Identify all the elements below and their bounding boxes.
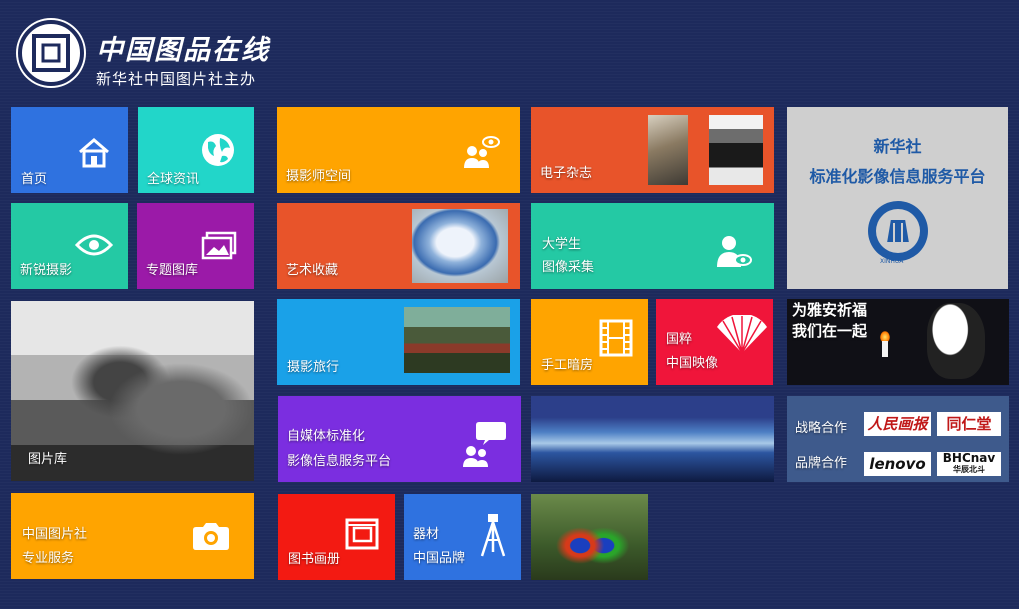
tile-selfmedia-label-2: 影像信息服务平台 bbox=[287, 454, 392, 469]
xinhua-emblem-icon bbox=[868, 201, 928, 261]
partner-bhcnav-name: BHCnav bbox=[942, 451, 996, 465]
tile-darkroom-label: 手工暗房 bbox=[541, 358, 594, 373]
tile-global-news[interactable]: 全球资讯 bbox=[138, 107, 254, 193]
tile-gallery-label: 图片库 bbox=[28, 452, 68, 467]
tile-student-label-2: 图像采集 bbox=[542, 260, 595, 275]
porcelain-photo bbox=[412, 209, 508, 283]
tile-cpa-service[interactable]: 中国图片社 专业服务 bbox=[11, 493, 254, 579]
logo-emblem[interactable] bbox=[16, 18, 86, 88]
tile-darkroom[interactable]: 手工暗房 bbox=[531, 299, 648, 385]
partner-tongrentang-logo[interactable]: 同仁堂 bbox=[937, 412, 1001, 436]
person-eye-icon bbox=[717, 236, 752, 267]
tile-global-news-label: 全球资讯 bbox=[147, 172, 200, 187]
tile-new-photography[interactable]: 新锐摄影 bbox=[11, 203, 128, 289]
tile-photographer-space[interactable]: 摄影师空间 bbox=[277, 107, 520, 193]
tile-emagazine[interactable]: 电子杂志 bbox=[531, 107, 774, 193]
folding-fan-icon bbox=[717, 315, 767, 354]
xinhua-platform-title: 新华社 bbox=[873, 137, 922, 156]
magazine-page-photo bbox=[709, 115, 763, 185]
tile-art-collection-label: 艺术收藏 bbox=[286, 263, 339, 278]
xinhua-platform-subtitle: 标准化影像信息服务平台 bbox=[809, 167, 986, 186]
safari-jeep-photo bbox=[404, 307, 510, 373]
home-icon bbox=[79, 138, 109, 168]
xinhua-emblem-text: XINHUA bbox=[880, 258, 904, 265]
tile-guocui[interactable]: 国粹 中国映像 bbox=[656, 299, 773, 385]
tile-selfmedia-platform[interactable]: 自媒体标准化 影像信息服务平台 bbox=[278, 396, 521, 482]
partner-bhcnav-logo[interactable]: BHCnav 华辰北斗 bbox=[937, 452, 1001, 476]
tile-yaan-blessing[interactable]: 为雅安祈福 我们在一起 bbox=[787, 299, 1009, 385]
tile-greatwall-photo[interactable] bbox=[531, 396, 774, 482]
tripod-icon bbox=[480, 514, 506, 557]
magazine-cover-photo bbox=[648, 115, 688, 185]
tile-art-collection[interactable]: 艺术收藏 bbox=[277, 203, 520, 289]
tile-equipment-label-2: 中国品牌 bbox=[413, 551, 466, 566]
tile-cpa-label-2: 专业服务 bbox=[22, 551, 75, 566]
globe-icon bbox=[202, 134, 234, 166]
tile-photo-travel-label: 摄影旅行 bbox=[287, 360, 340, 375]
eye-icon bbox=[75, 234, 113, 256]
tile-selfmedia-label-1: 自媒体标准化 bbox=[287, 429, 366, 444]
tile-books-label: 图书画册 bbox=[288, 552, 341, 567]
people-chat-icon bbox=[463, 422, 506, 467]
tile-equipment[interactable]: 器材 中国品牌 bbox=[404, 494, 521, 580]
brand-partner-label: 品牌合作 bbox=[795, 456, 848, 471]
tile-home-label: 首页 bbox=[21, 172, 48, 187]
gallery-icon bbox=[201, 231, 237, 260]
tile-new-photography-label: 新锐摄影 bbox=[20, 263, 73, 278]
tile-gallery[interactable]: 图片库 bbox=[11, 301, 254, 481]
tile-yaan-label-2: 我们在一起 bbox=[792, 322, 868, 340]
strategic-partner-label: 战略合作 bbox=[795, 421, 848, 436]
tile-birds-photo[interactable] bbox=[531, 494, 648, 580]
partner-renmin-logo[interactable]: 人民画报 bbox=[864, 412, 931, 436]
tile-emagazine-label: 电子杂志 bbox=[540, 166, 593, 181]
parrots-photo bbox=[531, 494, 648, 580]
camera-icon bbox=[193, 523, 229, 550]
tile-equipment-label-1: 器材 bbox=[413, 527, 440, 542]
tile-student[interactable]: 大学生 图像采集 bbox=[531, 203, 774, 289]
logo-subtitle: 新华社中国图片社主办 bbox=[96, 70, 257, 88]
tile-partners: 战略合作 品牌合作 人民画报 同仁堂 lenovo BHCnav 华辰北斗 bbox=[787, 396, 1009, 482]
tile-topic-gallery[interactable]: 专题图库 bbox=[137, 203, 254, 289]
people-eye-icon bbox=[464, 136, 500, 168]
tile-xinhua-platform[interactable]: 新华社 标准化影像信息服务平台 XINHUA bbox=[787, 107, 1008, 289]
tile-guocui-label-2: 中国映像 bbox=[666, 356, 719, 371]
tile-yaan-label-1: 为雅安祈福 bbox=[792, 301, 868, 319]
tile-photo-travel[interactable]: 摄影旅行 bbox=[277, 299, 520, 385]
tile-home[interactable]: 首页 bbox=[11, 107, 128, 193]
tile-photographer-space-label: 摄影师空间 bbox=[286, 169, 352, 184]
great-wall-photo bbox=[531, 396, 774, 482]
candle bbox=[882, 341, 888, 357]
tile-topic-gallery-label: 专题图库 bbox=[146, 263, 199, 278]
film-strip-icon bbox=[599, 319, 633, 357]
tile-cpa-label-1: 中国图片社 bbox=[22, 527, 88, 542]
partner-lenovo-logo[interactable]: lenovo bbox=[864, 452, 931, 476]
tile-guocui-label-1: 国粹 bbox=[666, 332, 693, 347]
picture-book-icon bbox=[345, 518, 379, 550]
tile-books[interactable]: 图书画册 bbox=[278, 494, 395, 580]
panda-image bbox=[927, 303, 985, 379]
logo-title: 中国图品在线 bbox=[96, 35, 270, 66]
tile-student-label-1: 大学生 bbox=[542, 237, 582, 252]
partner-bhcnav-sub: 华辰北斗 bbox=[953, 465, 985, 474]
